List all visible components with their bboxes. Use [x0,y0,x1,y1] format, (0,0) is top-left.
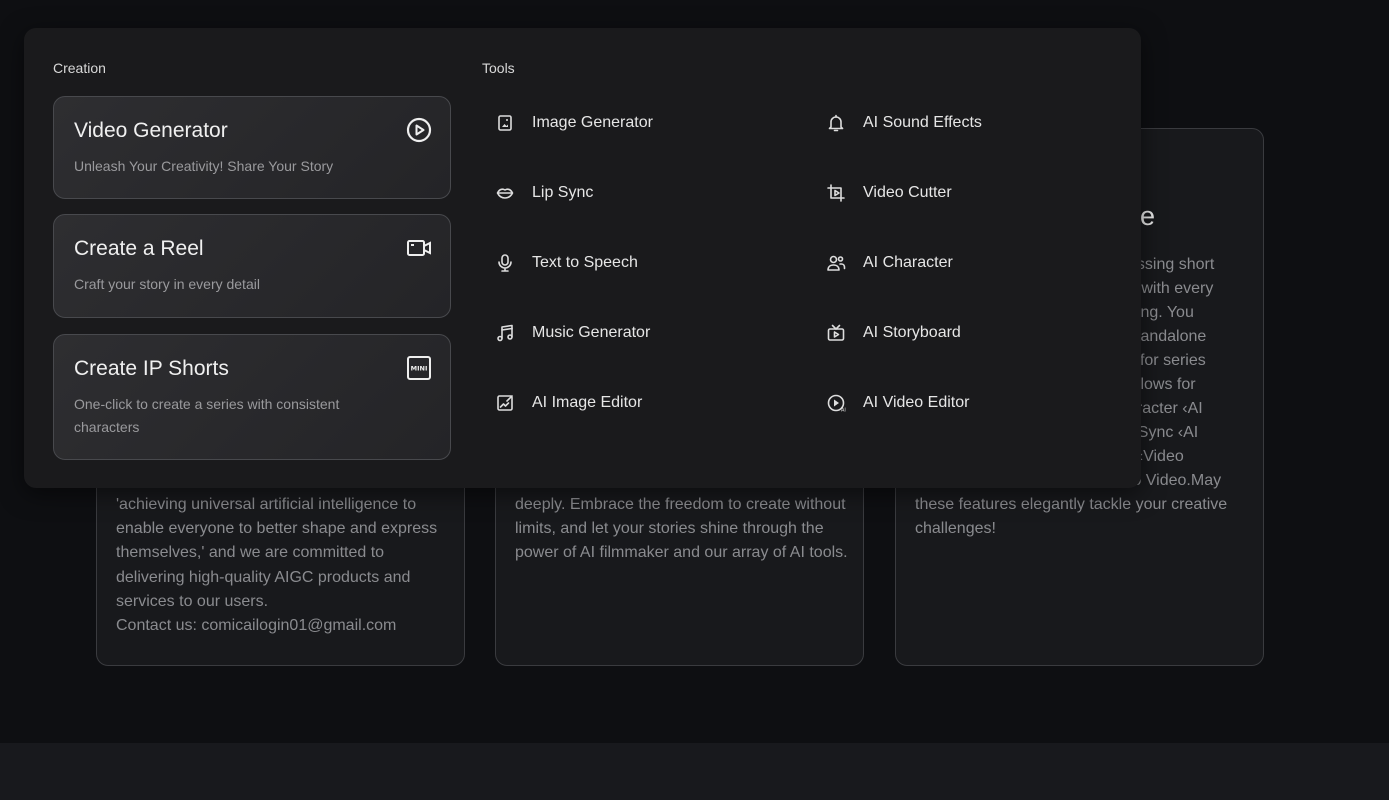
bell-icon [828,114,844,132]
create-dropdown-menu: Creation Tools Video Generator Unleash Y… [24,28,1141,488]
tool-label: AI Image Editor [532,394,643,411]
tool-item-ai-video-editor[interactable]: AI AI Video Editor [826,388,969,418]
tool-label: Text to Speech [532,254,638,271]
tool-item-image-generator[interactable]: Image Generator [495,108,653,138]
card-desc: Unleash Your Creativity! Share Your Stor… [74,158,334,174]
creation-label: Creation [53,60,106,76]
tool-label: Music Generator [532,324,651,341]
mini-badge-icon: MINI [407,356,431,380]
tool-item-ai-image-editor[interactable]: AI Image Editor [495,388,642,418]
card-title: Create a Reel [74,237,204,260]
create-reel-card[interactable]: Create a Reel Craft your story in every … [53,214,451,318]
microphone-icon [498,254,512,272]
card-title: Create IP Shorts [74,357,229,380]
tv-play-icon [827,324,845,341]
tool-item-ai-character[interactable]: AI Character [826,248,953,278]
tool-item-music-generator[interactable]: Music Generator [495,318,650,348]
tools-label: Tools [482,60,515,76]
tool-label: AI Sound Effects [863,114,982,131]
mission-text: deeply. Embrace the freedom to create wi… [515,496,848,562]
features-text: these features elegantly tackle your cre… [915,496,1228,538]
tool-label: Image Generator [532,114,653,131]
ai-video-icon: AI [827,394,846,414]
tool-item-ai-sound-effects[interactable]: AI Sound Effects [826,108,982,138]
image-edit-icon [497,395,513,411]
svg-text:MINI: MINI [411,365,428,373]
features-title-fragment: e [1140,201,1156,231]
video-generator-card[interactable]: Video Generator Unleash Your Creativity!… [53,96,451,199]
tool-item-lip-sync[interactable]: Lip Sync [495,178,593,208]
tool-label: AI Character [863,254,953,271]
lips-icon [496,188,514,199]
tool-item-video-cutter[interactable]: Video Cutter [826,178,952,208]
tool-item-ai-storyboard[interactable]: AI Storyboard [826,318,961,348]
tool-item-text-to-speech[interactable]: Text to Speech [495,248,638,278]
users-icon [827,255,846,271]
tool-label: Lip Sync [532,184,594,201]
contact-text: Contact us: comicailogin01@gmail.com [116,617,397,635]
tool-label: AI Storyboard [863,324,961,341]
features-text-fragment: to Video.May [1128,472,1222,489]
create-ip-shorts-card[interactable]: Create IP Shorts One-click to create a s… [53,334,451,460]
tool-label: AI Video Editor [863,394,970,411]
card-title: Video Generator [74,119,228,142]
footer [0,743,1389,800]
svg-text:AI: AI [841,408,846,414]
about-text: 'achieving universal artificial intellig… [116,496,438,610]
music-note-icon [497,324,513,342]
card-desc: Craft your story in every detail [74,276,260,292]
play-circle-icon [406,117,432,143]
crop-video-icon [827,184,845,202]
card-desc: One-click to create a series with consis… [74,396,340,435]
video-camera-icon [407,240,431,256]
image-icon [498,115,512,131]
tool-label: Video Cutter [863,184,952,201]
